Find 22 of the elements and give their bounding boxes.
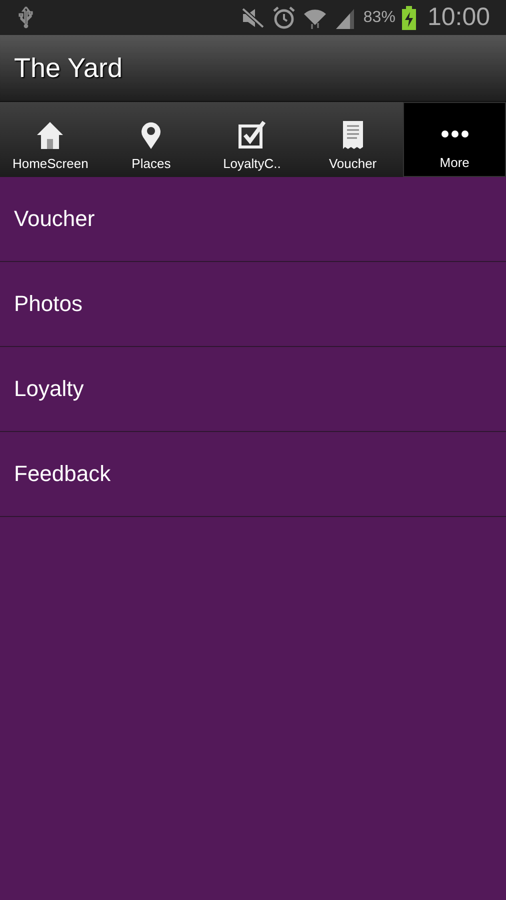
usb-icon	[18, 6, 34, 30]
alarm-clock-icon	[272, 6, 296, 30]
signal-icon	[334, 6, 356, 28]
more-icon	[440, 130, 469, 138]
clock-time: 10:00	[427, 3, 490, 32]
tab[interactable]: Places	[100, 102, 202, 177]
house-icon	[35, 120, 66, 150]
menu-item[interactable]: Feedback	[0, 432, 506, 517]
battery-percent: 83%	[363, 8, 396, 26]
tab[interactable]: HomeScreen	[0, 102, 101, 177]
tab[interactable]: Voucher	[302, 102, 404, 177]
menu-item[interactable]: Photos	[0, 262, 506, 347]
tab[interactable]: More	[403, 102, 506, 177]
battery-icon	[402, 6, 416, 30]
map-pin-icon	[140, 120, 162, 150]
tab[interactable]: LoyaltyC..	[202, 102, 302, 177]
checkbox-icon	[236, 120, 267, 150]
menu-item[interactable]: Voucher	[0, 177, 506, 262]
app-title: The Yard	[14, 52, 123, 84]
mute-icon	[241, 6, 266, 28]
menu-item[interactable]: Loyalty	[0, 347, 506, 432]
receipt-icon	[340, 120, 365, 150]
